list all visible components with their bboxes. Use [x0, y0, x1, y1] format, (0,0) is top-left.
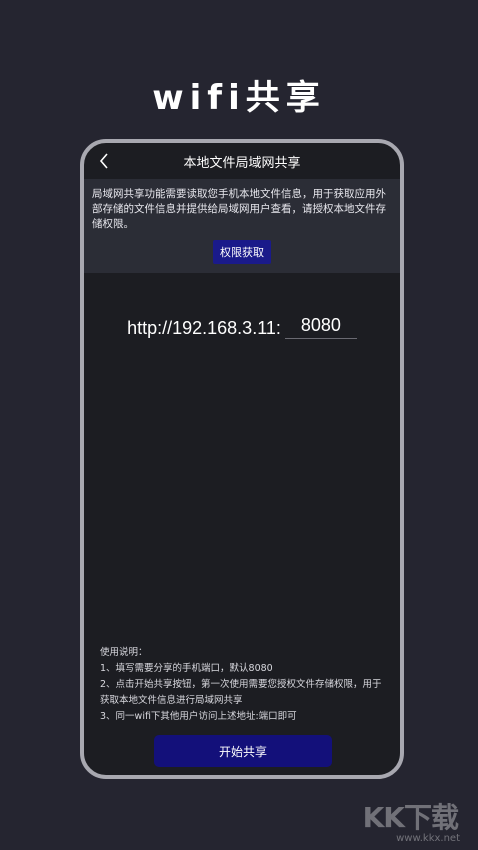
- request-permission-button[interactable]: 权限获取: [213, 240, 271, 264]
- headline: wifi共享: [152, 78, 326, 118]
- start-sharing-button[interactable]: 开始共享: [154, 735, 332, 767]
- instruction-line: 3、同一wifi下其他用户访问上述地址:端口即可: [100, 711, 297, 722]
- screen-title: 本地文件局域网共享: [183, 155, 301, 171]
- watermark-logo: KK下载: [362, 801, 459, 834]
- chevron-left-icon[interactable]: [96, 151, 112, 171]
- instruction-line: 2、点击开始共享按钮，第一次使用需要您授权文件存储权限，用于获取本地文件信息进行…: [100, 679, 382, 706]
- instructions: 使用说明： 1、填写需要分享的手机端口，默认8080 2、点击开始共享按钮，第一…: [100, 645, 390, 725]
- permission-text: 局域网共享功能需要读取您手机本地文件信息，用于获取应用外部存储的文件信息并提供给…: [92, 188, 386, 230]
- watermark-url: www.kkx.net: [396, 833, 460, 844]
- instructions-heading: 使用说明：: [100, 647, 148, 658]
- title-bar: 本地文件局域网共享: [84, 143, 400, 179]
- phone-frame: 本地文件局域网共享 局域网共享功能需要读取您手机本地文件信息，用于获取应用外部存…: [80, 139, 404, 779]
- url-row: http://192.168.3.11:: [84, 315, 400, 339]
- port-input[interactable]: [284, 315, 357, 339]
- url-prefix: http://192.168.3.11:: [127, 318, 281, 338]
- instruction-line: 1、填写需要分享的手机端口，默认8080: [100, 663, 273, 674]
- watermark: KK下载 www.kkx.net: [346, 796, 466, 844]
- permission-panel: 局域网共享功能需要读取您手机本地文件信息，用于获取应用外部存储的文件信息并提供给…: [84, 179, 400, 273]
